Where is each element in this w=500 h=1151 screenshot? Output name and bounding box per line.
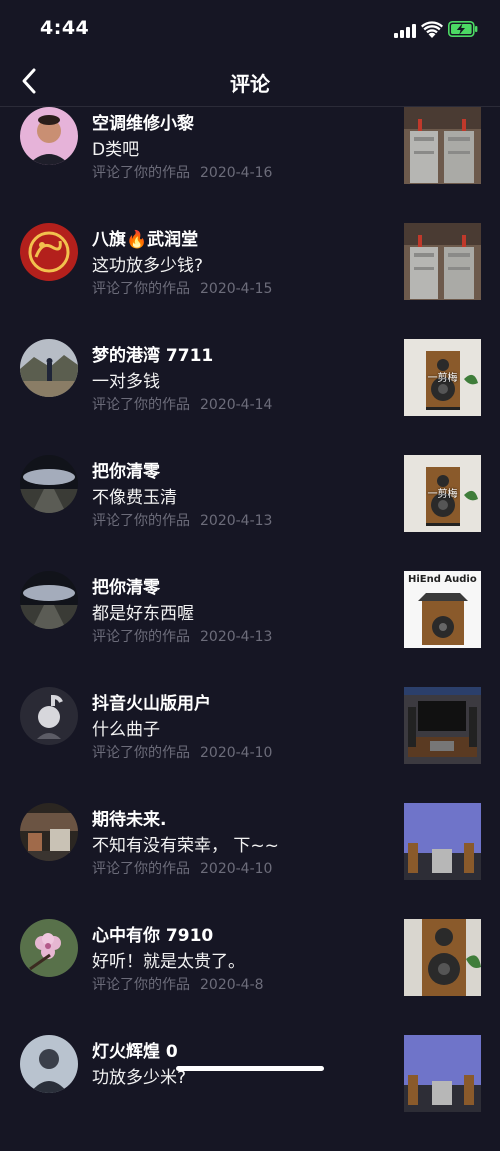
notification-row[interactable]: 把你清零 都是好东西喔 评论了你的作品 2020-4-13 HiEnd Audio — [0, 571, 500, 687]
comment-date: 2020-4-13 — [200, 629, 273, 645]
user-name[interactable]: 期待未来. — [92, 805, 166, 830]
amplifier-photo-thumbnail[interactable] — [404, 107, 481, 184]
action-text: 评论了你的作品 — [92, 977, 190, 993]
notification-meta: 评论了你的作品 2020-4-13 — [92, 510, 272, 530]
notification-meta: 评论了你的作品 2020-4-16 — [92, 162, 272, 182]
notification-row[interactable]: 八旗🔥武润堂 这功放多少钱? 评论了你的作品 2020-4-15 — [0, 223, 500, 339]
comment-date: 2020-4-15 — [200, 281, 273, 297]
action-text: 评论了你的作品 — [92, 513, 190, 529]
comment-text: 功放多少米? — [92, 1068, 187, 1088]
comment-date: 2020-4-10 — [200, 861, 273, 877]
comment-text: D类吧 — [92, 140, 140, 160]
speaker-closeup-photo-thumbnail[interactable] — [404, 919, 481, 996]
comment-text: 不知有没有荣幸， 下~~ — [92, 836, 279, 856]
speaker-photo-thumbnail[interactable]: 一剪梅 — [404, 455, 481, 532]
comment-date: 2020-4-8 — [200, 977, 264, 993]
default-user-avatar[interactable] — [20, 687, 78, 745]
comment-text: 一对多钱 — [92, 372, 160, 392]
comment-date: 2020-4-14 — [200, 397, 273, 413]
home-indicator[interactable] — [176, 1066, 324, 1071]
action-text: 评论了你的作品 — [92, 745, 190, 761]
person-avatar[interactable] — [20, 107, 78, 165]
notification-row[interactable]: 抖音火山版用户 什么曲子 评论了你的作品 2020-4-10 — [0, 687, 500, 803]
thumbnail-caption: 一剪梅 — [427, 373, 458, 384]
action-text: 评论了你的作品 — [92, 629, 190, 645]
notification-row[interactable]: 心中有你 7910 好听！就是太贵了。 评论了你的作品 2020-4-8 — [0, 919, 500, 1035]
tv-cabinet-photo-thumbnail[interactable] — [404, 687, 481, 764]
wifi-icon — [421, 21, 443, 38]
action-text: 评论了你的作品 — [92, 281, 190, 297]
dragon-emblem-avatar[interactable] — [20, 223, 78, 281]
notification-meta: 评论了你的作品 2020-4-14 — [92, 394, 272, 414]
cellular-signal-icon — [394, 22, 416, 38]
user-name[interactable]: 空调维修小黎 — [92, 109, 194, 134]
comment-text: 什么曲子 — [92, 720, 160, 740]
notification-meta: 评论了你的作品 2020-4-13 — [92, 626, 272, 646]
flower-avatar[interactable] — [20, 919, 78, 977]
landscape-avatar[interactable] — [20, 339, 78, 397]
comment-text: 好听！就是太贵了。 — [92, 952, 245, 972]
notification-meta: 评论了你的作品 2020-4-10 — [92, 858, 272, 878]
street-avatar[interactable] — [20, 803, 78, 861]
notification-meta: 评论了你的作品 2020-4-8 — [92, 974, 264, 994]
notification-meta: 评论了你的作品 2020-4-10 — [92, 742, 272, 762]
speaker-photo-thumbnail[interactable]: 一剪梅 — [404, 339, 481, 416]
user-name[interactable]: 心中有你 7910 — [92, 921, 213, 946]
person-avatar[interactable] — [20, 1035, 78, 1093]
user-name[interactable]: 梦的港湾 7711 — [92, 341, 213, 366]
user-name[interactable]: 灯火辉煌 0 — [92, 1037, 178, 1062]
navigation-bar: 评论 — [0, 58, 500, 107]
notification-row[interactable]: 梦的港湾 7711 一对多钱 评论了你的作品 2020-4-14 一剪梅 — [0, 339, 500, 455]
amplifier-photo-thumbnail[interactable] — [404, 223, 481, 300]
user-name[interactable]: 把你清零 — [92, 573, 160, 598]
comment-date: 2020-4-13 — [200, 513, 273, 529]
status-time: 4:44 — [40, 17, 90, 39]
action-text: 评论了你的作品 — [92, 397, 190, 413]
user-name[interactable]: 抖音火山版用户 — [92, 689, 211, 714]
night-road-avatar[interactable] — [20, 571, 78, 629]
notification-row[interactable]: 空调维修小黎 D类吧 评论了你的作品 2020-4-16 — [0, 107, 500, 223]
thumbnail-caption: HiEnd Audio — [408, 574, 477, 585]
notification-row[interactable]: 期待未来. 不知有没有荣幸， 下~~ 评论了你的作品 2020-4-10 — [0, 803, 500, 919]
listening-room-photo-thumbnail[interactable] — [404, 1035, 481, 1112]
comment-text: 都是好东西喔 — [92, 604, 194, 624]
comment-date: 2020-4-10 — [200, 745, 273, 761]
battery-charging-icon — [448, 21, 478, 37]
listening-room-photo-thumbnail[interactable] — [404, 803, 481, 880]
thumbnail-caption: 一剪梅 — [427, 489, 458, 500]
page-title: 评论 — [230, 72, 270, 96]
comment-text: 不像费玉清 — [92, 488, 177, 508]
hiend-audio-cover-thumbnail[interactable]: HiEnd Audio — [404, 571, 481, 648]
notification-row[interactable]: 把你清零 不像费玉清 评论了你的作品 2020-4-13 一剪梅 — [0, 455, 500, 571]
action-text: 评论了你的作品 — [92, 165, 190, 181]
user-name[interactable]: 把你清零 — [92, 457, 160, 482]
action-text: 评论了你的作品 — [92, 861, 190, 877]
comment-text: 这功放多少钱? — [92, 256, 204, 276]
night-road-avatar[interactable] — [20, 455, 78, 513]
user-name[interactable]: 八旗🔥武润堂 — [92, 225, 198, 250]
notification-row[interactable]: 灯火辉煌 0 功放多少米? — [0, 1035, 500, 1151]
notification-meta: 评论了你的作品 2020-4-15 — [92, 278, 272, 298]
status-bar: 4:44 — [0, 0, 500, 58]
comment-date: 2020-4-16 — [200, 165, 273, 181]
